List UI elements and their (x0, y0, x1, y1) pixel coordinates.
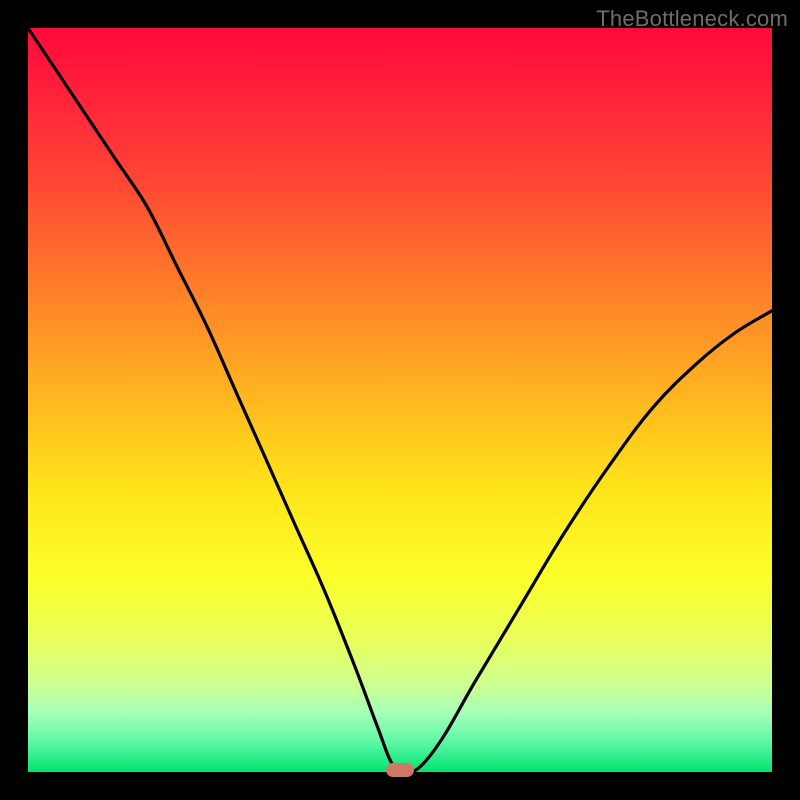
chart-frame: TheBottleneck.com (0, 0, 800, 800)
plot-area (28, 28, 772, 772)
bottleneck-curve (28, 28, 772, 772)
minimum-marker (386, 763, 414, 777)
watermark-text: TheBottleneck.com (596, 6, 788, 32)
